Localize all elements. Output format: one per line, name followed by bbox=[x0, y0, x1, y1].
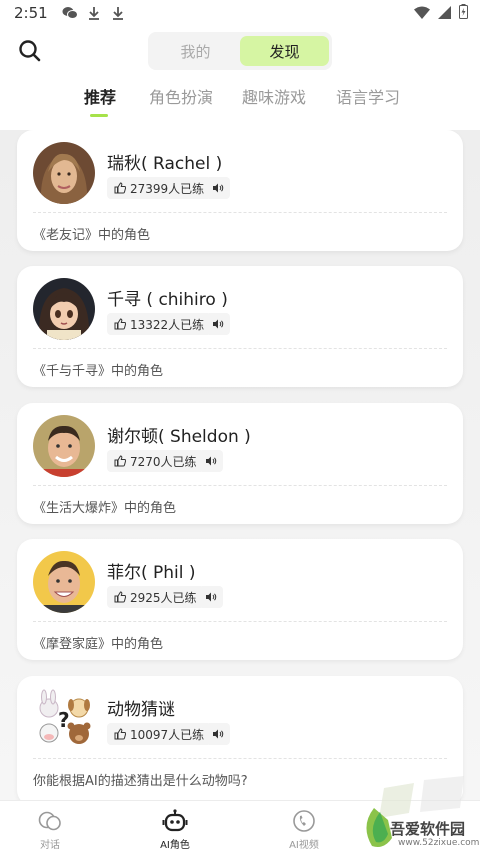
character-description: 《生活大爆炸》中的角色 bbox=[33, 501, 177, 516]
speaker-icon bbox=[206, 456, 217, 466]
nav-label: AI视频 bbox=[289, 840, 319, 851]
tab-language-learning[interactable]: 语言学习 bbox=[336, 84, 400, 108]
search-icon bbox=[19, 40, 41, 62]
nav-ai-video[interactable]: AI视频 bbox=[264, 801, 344, 853]
practice-count: 7270人已练 bbox=[130, 454, 197, 469]
character-card-sheldon[interactable]: 谢尔顿( Sheldon ) 7270人已练 《生活大爆炸》中的角色 bbox=[17, 403, 463, 524]
character-name: 千寻 ( chihiro ) bbox=[107, 290, 228, 310]
thumbs-up-icon bbox=[114, 728, 126, 740]
practice-count-chip: 7270人已练 bbox=[107, 450, 204, 472]
category-tabs: 推荐 角色扮演 趣味游戏 语言学习 bbox=[0, 84, 480, 124]
character-description: 《千与千寻》中的角色 bbox=[33, 364, 164, 379]
character-card-phil[interactable]: 菲尔( Phil ) 2925人已练 《摩登家庭》中的角色 bbox=[17, 539, 463, 660]
practice-count: 27399人已练 bbox=[130, 181, 205, 196]
download-icon-2 bbox=[110, 5, 126, 21]
practice-count: 2925人已练 bbox=[130, 590, 197, 605]
chat-bubbles-icon bbox=[37, 809, 63, 833]
character-name: 动物猜谜 bbox=[107, 700, 175, 720]
svg-text:?: ? bbox=[58, 708, 70, 732]
status-time: 2:51 bbox=[14, 4, 48, 22]
segment-mine[interactable]: 我的 bbox=[151, 36, 240, 66]
battery-icon bbox=[459, 3, 468, 23]
thumbs-up-icon bbox=[114, 182, 126, 194]
thumbs-up-icon bbox=[114, 591, 126, 603]
wechat-icon bbox=[62, 5, 78, 21]
tab-roleplay[interactable]: 角色扮演 bbox=[149, 84, 213, 108]
avatar-sheldon bbox=[33, 415, 95, 477]
character-card-rachel[interactable]: 瑞秋( Rachel ) 27399人已练 《老友记》中的角色 bbox=[17, 130, 463, 251]
watermark-url: www.52zixue.com bbox=[398, 838, 480, 848]
nav-label: 对话 bbox=[40, 840, 60, 851]
divider bbox=[33, 348, 447, 349]
active-tab-indicator bbox=[90, 114, 108, 117]
divider bbox=[33, 212, 447, 213]
character-list: 瑞秋( Rachel ) 27399人已练 《老友记》中的角色 千寻 (chi… bbox=[0, 130, 480, 800]
video-call-icon bbox=[291, 809, 317, 833]
robot-icon bbox=[162, 809, 188, 833]
character-description: 你能根据AI的描述猜出是什么动物吗? bbox=[33, 774, 248, 789]
practice-count: 13322人已练 bbox=[130, 317, 205, 332]
divider bbox=[33, 758, 447, 759]
tab-fun-games[interactable]: 趣味游戏 bbox=[242, 84, 306, 108]
character-card-chihiro[interactable]: 千寻 ( chihiro ) 13322人已练 《千与千寻》中的角色 bbox=[17, 266, 463, 387]
play-voice-button[interactable] bbox=[206, 723, 230, 745]
play-voice-button[interactable] bbox=[206, 313, 230, 335]
download-icon bbox=[86, 5, 102, 21]
avatar-chihiro bbox=[33, 278, 95, 340]
segment-discover[interactable]: 发现 bbox=[240, 36, 329, 66]
signal-icon bbox=[438, 4, 451, 23]
watermark-text: 吾爱软件园 bbox=[390, 820, 466, 838]
search-button[interactable] bbox=[16, 37, 44, 65]
play-voice-button[interactable] bbox=[199, 586, 223, 608]
avatar-rachel bbox=[33, 142, 95, 204]
play-voice-button[interactable] bbox=[206, 177, 230, 199]
character-description: 《摩登家庭》中的角色 bbox=[33, 637, 164, 652]
practice-count: 10097人已练 bbox=[130, 727, 205, 742]
speaker-icon bbox=[213, 729, 224, 739]
divider bbox=[33, 485, 447, 486]
character-name: 瑞秋( Rachel ) bbox=[107, 154, 223, 174]
speaker-icon bbox=[213, 319, 224, 329]
character-name: 谢尔顿( Sheldon ) bbox=[107, 427, 251, 447]
avatar-phil bbox=[33, 551, 95, 613]
thumbs-up-icon bbox=[114, 455, 126, 467]
divider bbox=[33, 621, 447, 622]
wifi-icon bbox=[414, 4, 430, 23]
character-name: 菲尔( Phil ) bbox=[107, 563, 196, 583]
thumbs-up-icon bbox=[114, 318, 126, 330]
header: 我的 发现 推荐 角色扮演 趣味游戏 语言学习 bbox=[0, 26, 480, 130]
segment-switch: 我的 发现 bbox=[148, 32, 332, 70]
nav-label: AI角色 bbox=[160, 840, 190, 851]
character-description: 《老友记》中的角色 bbox=[33, 228, 151, 243]
play-voice-button[interactable] bbox=[199, 450, 223, 472]
status-bar: 2:51 bbox=[0, 0, 480, 26]
nav-chat[interactable]: 对话 bbox=[10, 801, 90, 853]
speaker-icon bbox=[213, 183, 224, 193]
animal-riddle-icon: ? bbox=[33, 688, 95, 750]
practice-count-chip: 10097人已练 bbox=[107, 723, 212, 745]
practice-count-chip: 27399人已练 bbox=[107, 177, 212, 199]
nav-ai-character[interactable]: AI角色 bbox=[135, 801, 215, 853]
tab-recommend[interactable]: 推荐 bbox=[84, 84, 116, 108]
practice-count-chip: 2925人已练 bbox=[107, 586, 204, 608]
practice-count-chip: 13322人已练 bbox=[107, 313, 212, 335]
speaker-icon bbox=[206, 592, 217, 602]
